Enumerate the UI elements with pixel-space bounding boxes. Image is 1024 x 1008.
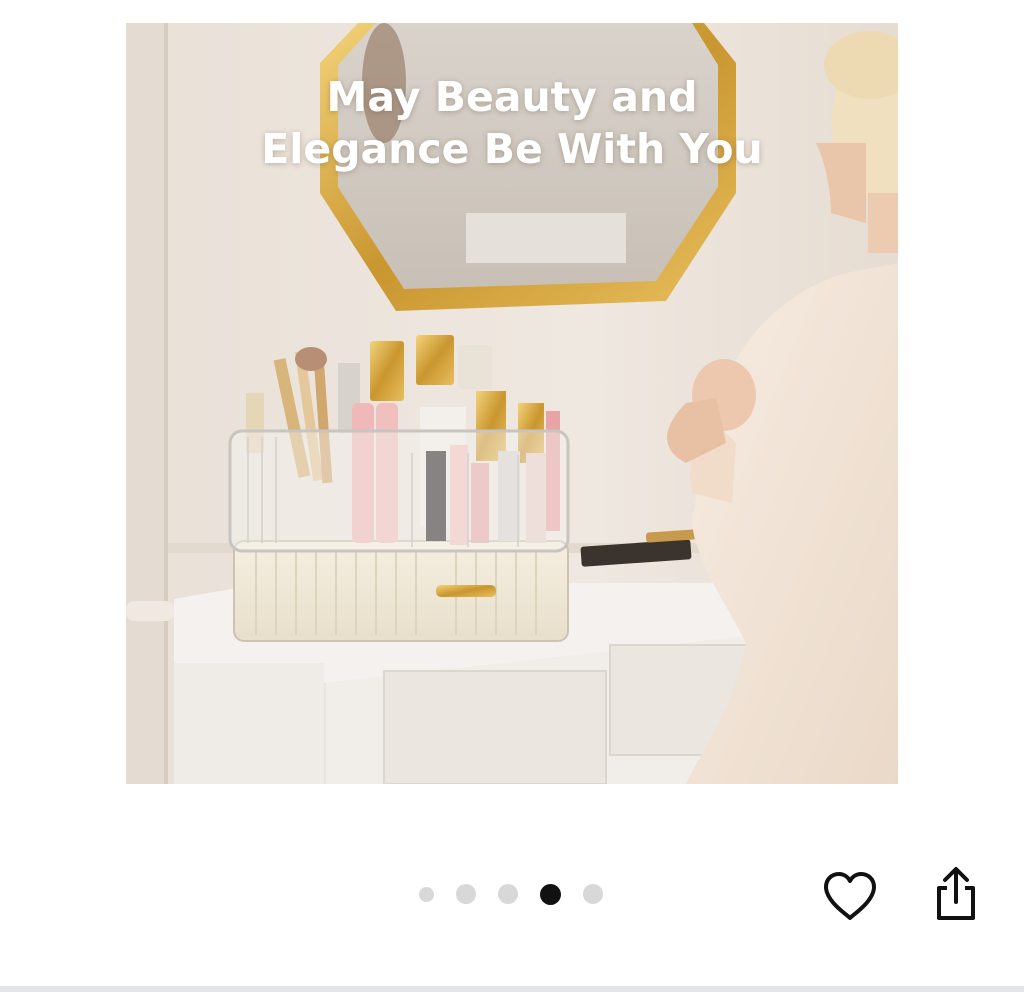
carousel-dot-4-active[interactable] <box>540 883 561 905</box>
headline-line-2: Elegance Be With You <box>261 125 763 173</box>
carousel-dot-3[interactable] <box>498 884 518 904</box>
share-button[interactable] <box>926 864 986 924</box>
carousel-dot-1[interactable] <box>419 886 434 902</box>
carousel-dot-2[interactable] <box>456 884 476 904</box>
product-image[interactable]: May Beauty and Elegance Be With You <box>126 23 898 784</box>
product-image-headline: May Beauty and Elegance Be With You <box>126 71 898 175</box>
heart-outline-icon <box>824 872 876 920</box>
carousel-indicator <box>419 882 625 906</box>
headline-line-1: May Beauty and <box>326 73 698 121</box>
carousel-dot-5[interactable] <box>583 884 603 904</box>
bottom-divider <box>0 986 1024 992</box>
share-icon <box>937 867 975 920</box>
favorite-button[interactable] <box>820 866 880 926</box>
